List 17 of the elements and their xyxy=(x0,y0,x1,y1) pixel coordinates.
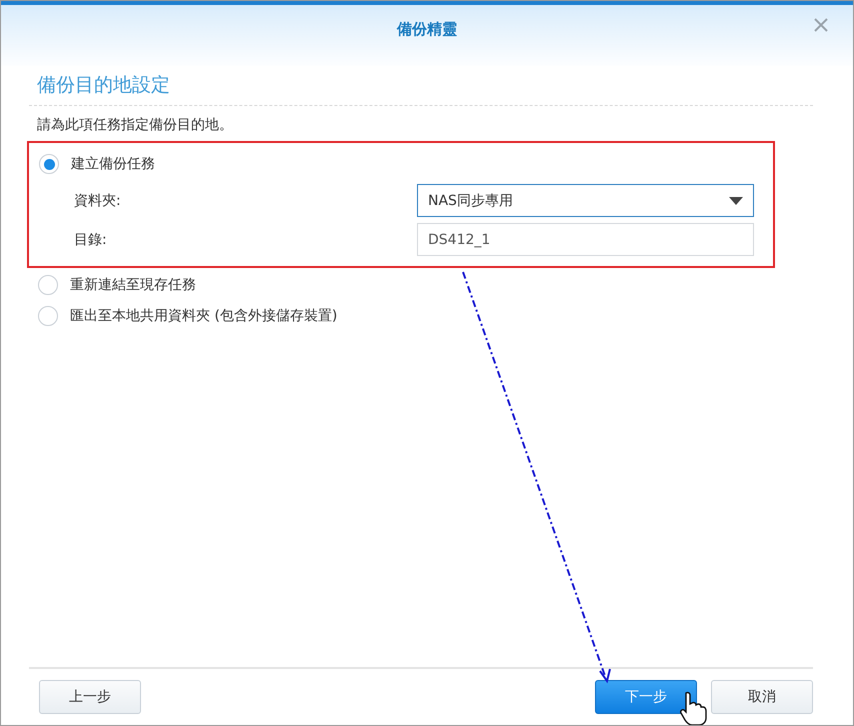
close-icon[interactable] xyxy=(813,17,829,33)
option-label[interactable]: 匯出至本地共用資料夾 (包含外接儲存裝置) xyxy=(70,307,338,325)
field-label: 目錄: xyxy=(74,230,108,248)
description-text: 請為此項任務指定備份目的地。 xyxy=(36,116,234,134)
radio-button[interactable] xyxy=(39,154,59,174)
radio-button[interactable] xyxy=(38,275,58,295)
window-title: 備份精靈 xyxy=(397,20,457,39)
caret-icon xyxy=(729,196,743,204)
back-button[interactable]: 上一步 xyxy=(39,680,141,714)
option-label[interactable]: 重新連結至現存任務 xyxy=(70,276,196,294)
dropdown[interactable]: NAS同步專用 xyxy=(417,184,754,217)
option-label[interactable]: 建立備份任務 xyxy=(71,155,155,173)
cancel-button[interactable]: 取消 xyxy=(711,680,813,714)
radio-button[interactable] xyxy=(38,306,58,326)
input-field[interactable]: DS412_1 xyxy=(417,223,754,256)
field-label: 資料夾: xyxy=(74,192,122,210)
section-title: 備份目的地設定 xyxy=(29,72,813,106)
